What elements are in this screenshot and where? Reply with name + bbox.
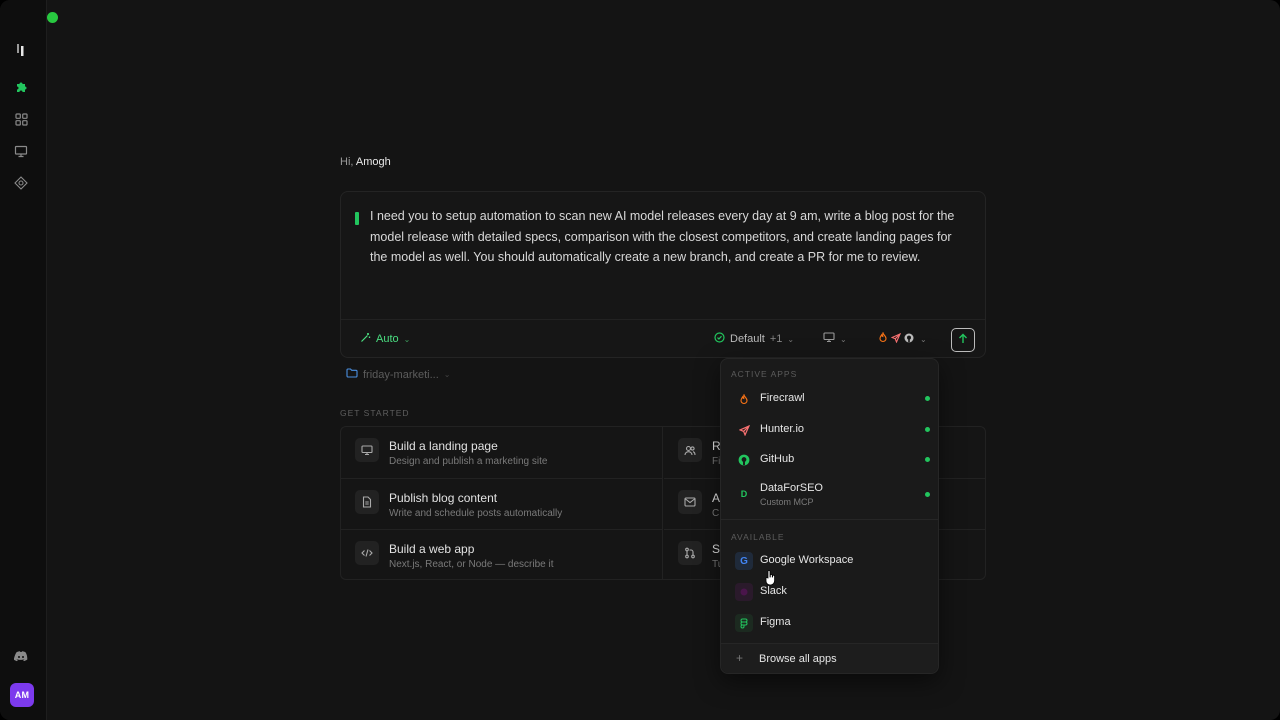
firecrawl-icon	[735, 390, 753, 408]
app-item-google-workspace[interactable]: G Google Workspace	[729, 548, 932, 574]
mode-label: Auto	[376, 333, 399, 345]
card-subtitle: C	[712, 508, 720, 519]
monitor-icon	[355, 438, 379, 462]
chevron-down-icon: ⌄	[403, 334, 411, 344]
folder-name: friday-marketi...	[363, 368, 439, 381]
maximize-window-button[interactable]	[47, 12, 58, 23]
radar-icon[interactable]	[11, 173, 31, 193]
prompt-input[interactable]: I need you to setup automation to scan n…	[370, 206, 970, 268]
chevron-down-icon: ⌄	[787, 334, 795, 344]
figma-icon	[735, 614, 753, 632]
app-item-dataforseo[interactable]: D DataForSEO Custom MCP	[729, 477, 932, 511]
sidebar: AM	[0, 0, 47, 720]
greeting: Hi, Amogh	[340, 156, 391, 168]
titlebar	[0, 0, 1280, 34]
monitor-icon	[823, 332, 835, 346]
users-icon	[678, 438, 702, 462]
presentation-icon[interactable]	[11, 141, 31, 161]
active-status-dot	[925, 427, 930, 432]
card-subtitle: Next.js, React, or Node — describe it	[389, 559, 554, 570]
git-pr-icon	[678, 541, 702, 565]
card-title: A	[712, 491, 721, 505]
firecrawl-icon	[878, 331, 888, 346]
puzzle-icon[interactable]	[11, 77, 31, 97]
arrow-up-icon	[958, 331, 968, 349]
logo-icon[interactable]	[11, 40, 31, 60]
send-icon	[735, 421, 753, 439]
github-icon	[735, 451, 753, 469]
prompt-composer[interactable]: I need you to setup automation to scan n…	[340, 191, 986, 358]
app-item-github[interactable]: GitHub	[729, 447, 932, 473]
starter-card[interactable]: Publish blog content Write and schedule …	[341, 478, 663, 529]
app-name: Firecrawl	[760, 392, 805, 404]
app-item-figma[interactable]: Figma	[729, 610, 932, 636]
mode-selector[interactable]: Auto ⌄	[360, 331, 410, 347]
letter-d-icon: D	[740, 489, 748, 499]
app-name: DataForSEO	[760, 482, 823, 494]
profile-label: Default	[730, 333, 765, 345]
project-folder[interactable]: friday-marketi... ⌄	[346, 368, 451, 381]
starter-card[interactable]: Build a landing page Design and publish …	[341, 427, 663, 478]
hand-pointer-icon	[765, 570, 777, 591]
google-icon: G	[735, 552, 753, 570]
check-circle-icon	[714, 332, 725, 346]
grid-icon[interactable]	[11, 109, 31, 129]
profile-selector[interactable]: Default +1 ⌄	[714, 331, 794, 347]
code-icon	[355, 541, 379, 565]
card-subtitle: Write and schedule posts automatically	[389, 508, 563, 519]
active-status-dot	[925, 457, 930, 462]
chevron-down-icon: ⌄	[443, 370, 451, 379]
app-name: GitHub	[760, 453, 795, 465]
app-item-hunter[interactable]: Hunter.io	[729, 417, 932, 443]
send-button[interactable]	[951, 328, 975, 352]
browse-all-apps-label: Browse all apps	[759, 653, 837, 665]
composer-divider	[341, 319, 985, 320]
discord-icon[interactable]	[11, 646, 31, 666]
card-title: Build a web app	[389, 542, 475, 556]
github-icon	[904, 333, 914, 346]
app-window: AM Hi, Amogh I need you to setup automat…	[0, 0, 1280, 720]
card-title: Build a landing page	[389, 439, 498, 453]
active-status-dot	[925, 396, 930, 401]
display-selector[interactable]: ⌄	[823, 331, 847, 347]
apps-dropdown: ACTIVE APPS Firecrawl Hunter.io GitHub D	[720, 358, 939, 674]
active-apps-label: ACTIVE APPS	[731, 369, 798, 379]
app-name: Figma	[760, 616, 791, 628]
greeting-prefix: Hi,	[340, 156, 354, 168]
app-name: Hunter.io	[760, 423, 805, 435]
greeting-name: Amogh	[355, 156, 391, 168]
app-name: Google Workspace	[760, 554, 854, 566]
folder-icon	[346, 368, 358, 381]
chevron-down-icon: ⌄	[920, 334, 927, 344]
app-item-slack[interactable]: Slack	[729, 579, 932, 605]
card-title: S	[712, 542, 721, 556]
plus-icon: +	[736, 651, 744, 665]
get-started-label: GET STARTED	[340, 408, 410, 418]
starter-card[interactable]: Build a web app Next.js, React, or Node …	[341, 529, 663, 580]
send-icon	[890, 332, 902, 346]
dropdown-divider	[721, 519, 938, 520]
chevron-down-icon: ⌄	[840, 334, 847, 344]
app-item-firecrawl[interactable]: Firecrawl	[729, 386, 932, 412]
available-apps-label: AVAILABLE	[731, 532, 785, 542]
text-cursor	[355, 212, 359, 225]
apps-selector[interactable]: ⌄	[878, 331, 927, 347]
card-title: Publish blog content	[389, 491, 498, 505]
profile-extra-count: +1	[769, 333, 783, 345]
card-subtitle: Design and publish a marketing site	[389, 456, 548, 467]
browse-all-apps-button[interactable]: + Browse all apps	[721, 643, 938, 673]
app-subtitle: Custom MCP	[760, 497, 814, 507]
magic-wand-icon	[360, 332, 371, 346]
mail-icon	[678, 490, 702, 514]
slack-icon	[735, 583, 753, 601]
active-status-dot	[925, 492, 930, 497]
user-avatar[interactable]: AM	[10, 683, 34, 707]
document-icon	[355, 490, 379, 514]
